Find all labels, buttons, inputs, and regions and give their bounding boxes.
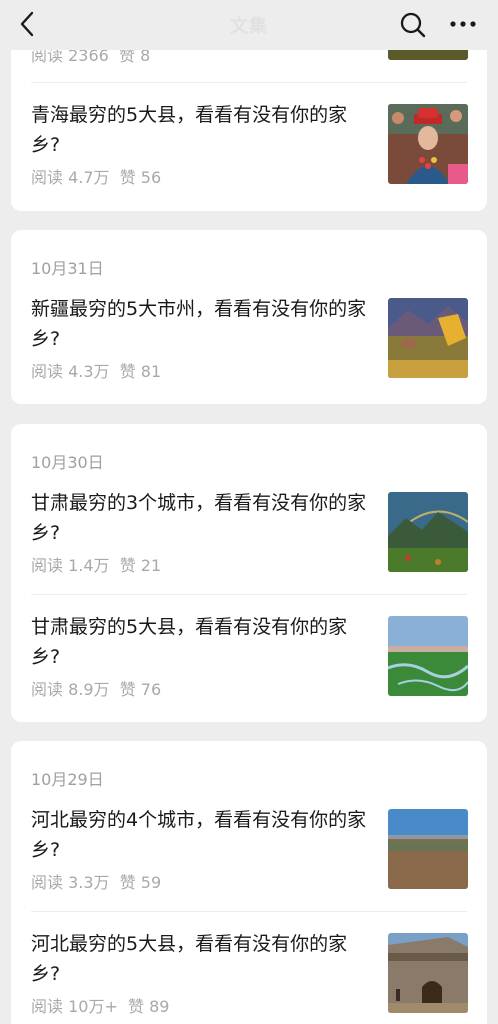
article-group-card: 10月29日 河北最穷的4个城市，看看有没有你的家乡? 阅读 3.3万 赞 59…: [11, 741, 487, 1024]
mountain-rainbow-image: [388, 492, 468, 572]
article-meta: 阅读 4.7万 赞 56: [31, 168, 162, 187]
article-title: 新疆最穷的5大市州，看看有没有你的家乡?: [31, 298, 367, 350]
ancient-wall-image: [388, 933, 468, 1013]
article-meta: 阅读 1.4万 赞 21: [31, 556, 162, 575]
article-item[interactable]: 甘肃最穷的5大县，看看有没有你的家乡? 阅读 8.9万 赞 76: [11, 612, 487, 702]
search-icon[interactable]: [398, 10, 428, 40]
divider: [31, 82, 467, 83]
article-title: 甘肃最穷的3个城市，看看有没有你的家乡?: [31, 492, 367, 544]
article-meta: 阅读 4.3万 赞 81: [31, 362, 162, 381]
article-item[interactable]: 新疆最穷的5大市州，看看有没有你的家乡? 阅读 4.3万 赞 81: [11, 294, 487, 384]
top-navigation-bar: 文集: [0, 0, 498, 50]
article-meta: 阅读 10万+ 赞 89: [31, 997, 170, 1016]
date-header: 10月30日: [31, 453, 104, 472]
person-festival-image: [388, 104, 468, 184]
article-group-card: 10月30日 甘肃最穷的3个城市，看看有没有你的家乡? 阅读 1.4万 赞 21…: [11, 424, 487, 722]
divider: [31, 911, 467, 912]
article-title: 河北最穷的4个城市，看看有没有你的家乡?: [31, 809, 367, 861]
date-header: 10月29日: [31, 770, 104, 789]
autumn-village-image: [388, 298, 468, 378]
article-title: 河北最穷的5大县，看看有没有你的家乡?: [31, 933, 348, 985]
article-meta: 阅读 8.9万 赞 76: [31, 680, 162, 699]
article-item[interactable]: 河北最穷的4个城市，看看有没有你的家乡? 阅读 3.3万 赞 59: [11, 805, 487, 895]
article-group-card: 10月31日 新疆最穷的5大市州，看看有没有你的家乡? 阅读 4.3万 赞 81: [11, 230, 487, 404]
more-options-icon[interactable]: [446, 12, 480, 36]
article-title: 青海最穷的5大县，看看有没有你的家乡?: [31, 104, 348, 156]
article-item[interactable]: 河北最穷的5大县，看看有没有你的家乡? 阅读 10万+ 赞 89: [11, 929, 487, 1019]
date-header: 10月31日: [31, 259, 104, 278]
article-meta: 阅读 3.3万 赞 59: [31, 873, 162, 892]
divider: [31, 594, 467, 595]
grassland-river-image: [388, 616, 468, 696]
article-title: 甘肃最穷的5大县，看看有没有你的家乡?: [31, 616, 348, 668]
river-city-image: [388, 809, 468, 889]
article-item[interactable]: 甘肃最穷的3个城市，看看有没有你的家乡? 阅读 1.4万 赞 21: [11, 488, 487, 578]
article-item[interactable]: 青海最穷的5大县，看看有没有你的家乡? 阅读 4.7万 赞 56: [11, 100, 487, 190]
